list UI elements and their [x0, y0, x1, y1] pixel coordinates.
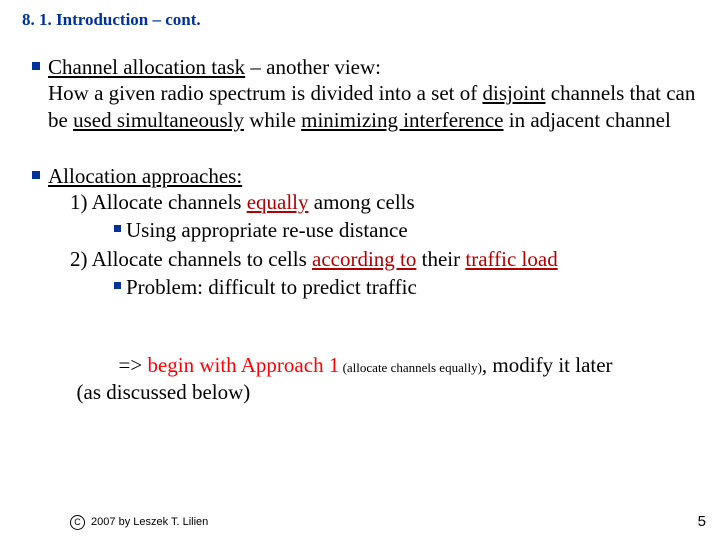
- text: 2) Allocate channels to cells according …: [70, 246, 558, 272]
- bullet-2: Allocation approaches: 1) Allocate chann…: [22, 163, 698, 431]
- copyright-icon: C: [70, 515, 85, 530]
- square-bullet-icon: [22, 163, 48, 431]
- bullet-1: Channel allocation task – another view: …: [22, 54, 698, 133]
- text: Using appropriate re-use distance: [126, 217, 408, 243]
- slide: 8. 1. Introduction – cont. Channel alloc…: [0, 0, 720, 540]
- approach-1-sub: Using appropriate re-use distance: [70, 217, 613, 243]
- phrase-equally: equally: [247, 190, 309, 214]
- phrase-according-to: according to: [312, 247, 416, 271]
- implication: => begin with Approach 1 (allocate chann…: [48, 326, 613, 431]
- square-bullet-icon: [22, 54, 48, 133]
- copyright-text: 2007 by Leszek T. Lilien: [88, 516, 208, 528]
- bullet-2-text: Allocation approaches: 1) Allocate chann…: [48, 163, 613, 431]
- text: How a given radio spectrum is divided in…: [48, 81, 483, 105]
- phrase-disjoint: disjoint: [483, 81, 546, 105]
- slide-content: Channel allocation task – another view: …: [22, 54, 698, 461]
- phrase-channel-allocation-task: Channel allocation task: [48, 55, 245, 79]
- slide-title: 8. 1. Introduction – cont.: [22, 10, 201, 30]
- approach-1: 1) Allocate channels equally among cells: [70, 189, 613, 215]
- phrase-traffic-load: traffic load: [465, 247, 557, 271]
- phrase-minimizing-interference: minimizing interference: [301, 108, 503, 132]
- phrase-allocation-approaches: Allocation approaches:: [48, 164, 242, 188]
- copyright-footer: C 2007 by Leszek T. Lilien: [70, 515, 208, 530]
- approaches-list: 1) Allocate channels equally among cells…: [48, 189, 613, 300]
- phrase-allocate-equally-note: (allocate channels equally): [339, 360, 482, 375]
- phrase-begin-with-approach-1: begin with Approach 1: [147, 353, 339, 377]
- text: – another view:: [245, 55, 381, 79]
- text: =>: [119, 353, 148, 377]
- phrase-used-simultaneously: used simultaneously: [73, 108, 244, 132]
- text: while: [244, 108, 301, 132]
- text: Problem: difficult to predict traffic: [126, 274, 417, 300]
- bullet-1-text: Channel allocation task – another view: …: [48, 54, 698, 133]
- square-bullet-icon: [104, 274, 126, 300]
- text: in adjacent channel: [503, 108, 670, 132]
- approach-2-sub: Problem: difficult to predict traffic: [70, 274, 613, 300]
- text: 1) Allocate channels equally among cells: [70, 189, 415, 215]
- square-bullet-icon: [104, 217, 126, 243]
- page-number: 5: [698, 513, 706, 530]
- approach-2: 2) Allocate channels to cells according …: [70, 246, 613, 272]
